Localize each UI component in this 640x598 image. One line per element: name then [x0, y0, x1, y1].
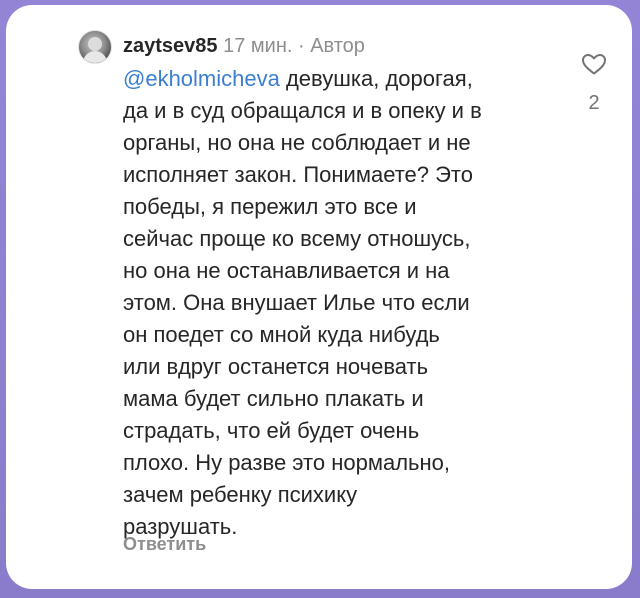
reply-button[interactable]: Ответить — [123, 534, 206, 555]
user-avatar[interactable] — [78, 30, 112, 64]
comment-line: исполняет закон. Понимаете? Это — [123, 162, 473, 187]
comment-line: мама будет сильно плакать и — [123, 386, 424, 411]
comment-line-rest: девушка, дорогая, — [279, 66, 473, 91]
comment-line: плохо. Ну разве это нормально, — [123, 450, 450, 475]
comment-line: да и в суд обращался и в опеку и в — [123, 98, 482, 123]
comment-line: но она не останавливается и на — [123, 258, 450, 283]
author-badge: Автор — [310, 35, 365, 57]
heart-outline-icon[interactable] — [581, 52, 607, 76]
comment-line: или вдруг останется ночевать — [123, 354, 429, 379]
comment-line: страдать, что ей будет очень — [123, 418, 420, 443]
comment-line: победы, я пережил это все и — [123, 194, 417, 219]
comment-line: он поедет со мной куда нибудь — [123, 322, 440, 347]
comment-meta: zaytsev85 17 мин. · Автор — [123, 34, 365, 58]
comment-username[interactable]: zaytsev85 — [123, 35, 218, 57]
mention-link[interactable]: @ekholmicheva — [123, 66, 280, 91]
like-count: 2 — [588, 92, 600, 114]
meta-separator: · — [297, 35, 305, 57]
comment-time: 17 мин. — [223, 35, 293, 57]
comment-text: @ekholmicheva девушка, дорогая, да и в с… — [123, 63, 563, 543]
comment-line: сейчас проще ко всему отношусь, — [123, 226, 471, 251]
comment-line: этом. Она внушает Илье что если — [123, 290, 470, 315]
screenshot-frame: zaytsev85 17 мин. · Автор @ekholmicheva … — [0, 0, 640, 598]
comment-line: @ekholmicheva девушка, дорогая, — [123, 63, 563, 95]
comment-line: зачем ребенку психику — [123, 482, 358, 507]
comment-line: органы, но она не соблюдает и не — [123, 130, 471, 155]
